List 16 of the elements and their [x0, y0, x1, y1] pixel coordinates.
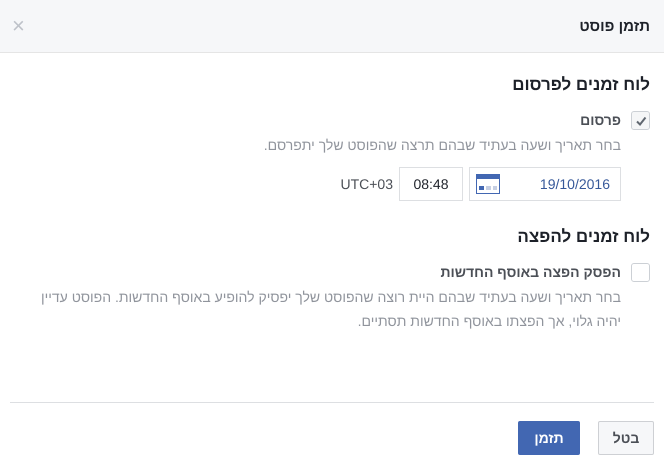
section-heading: לוח זמנים לפרסום [511, 75, 650, 95]
calendar-icon [476, 174, 500, 194]
check-icon [634, 114, 646, 126]
date-field[interactable]: 19/10/2016 [469, 167, 621, 201]
timezone-label: UTC+03 [340, 176, 393, 192]
option-description: בחר תאריך ושעה בעתיד שבהם היית רוצה שהפוסט שלך יפסיק להופיע באוסף החדשות. הפוסט עדיין יהיה גלוי, אך הפצתו באוסף החדשות תסתיים. [41, 288, 621, 331]
checkbox[interactable] [631, 263, 650, 282]
checkbox[interactable] [631, 111, 650, 130]
option-label: הפסק הפצה באוסף החדשות [440, 263, 621, 281]
dialog-title: תזמן פוסט [579, 18, 650, 34]
time-field[interactable]: 08:48 [399, 167, 463, 201]
option-description: בחר תאריך ושעה בעתיד שבהם תרצה שהפוסט שלך יתפרסם. [264, 136, 621, 155]
section-heading: לוח זמנים להפצה [516, 227, 650, 247]
cancel-button[interactable]: בטל [598, 421, 654, 455]
option-label: פרסום [580, 111, 621, 129]
schedule-button[interactable]: תזמן [518, 421, 580, 455]
